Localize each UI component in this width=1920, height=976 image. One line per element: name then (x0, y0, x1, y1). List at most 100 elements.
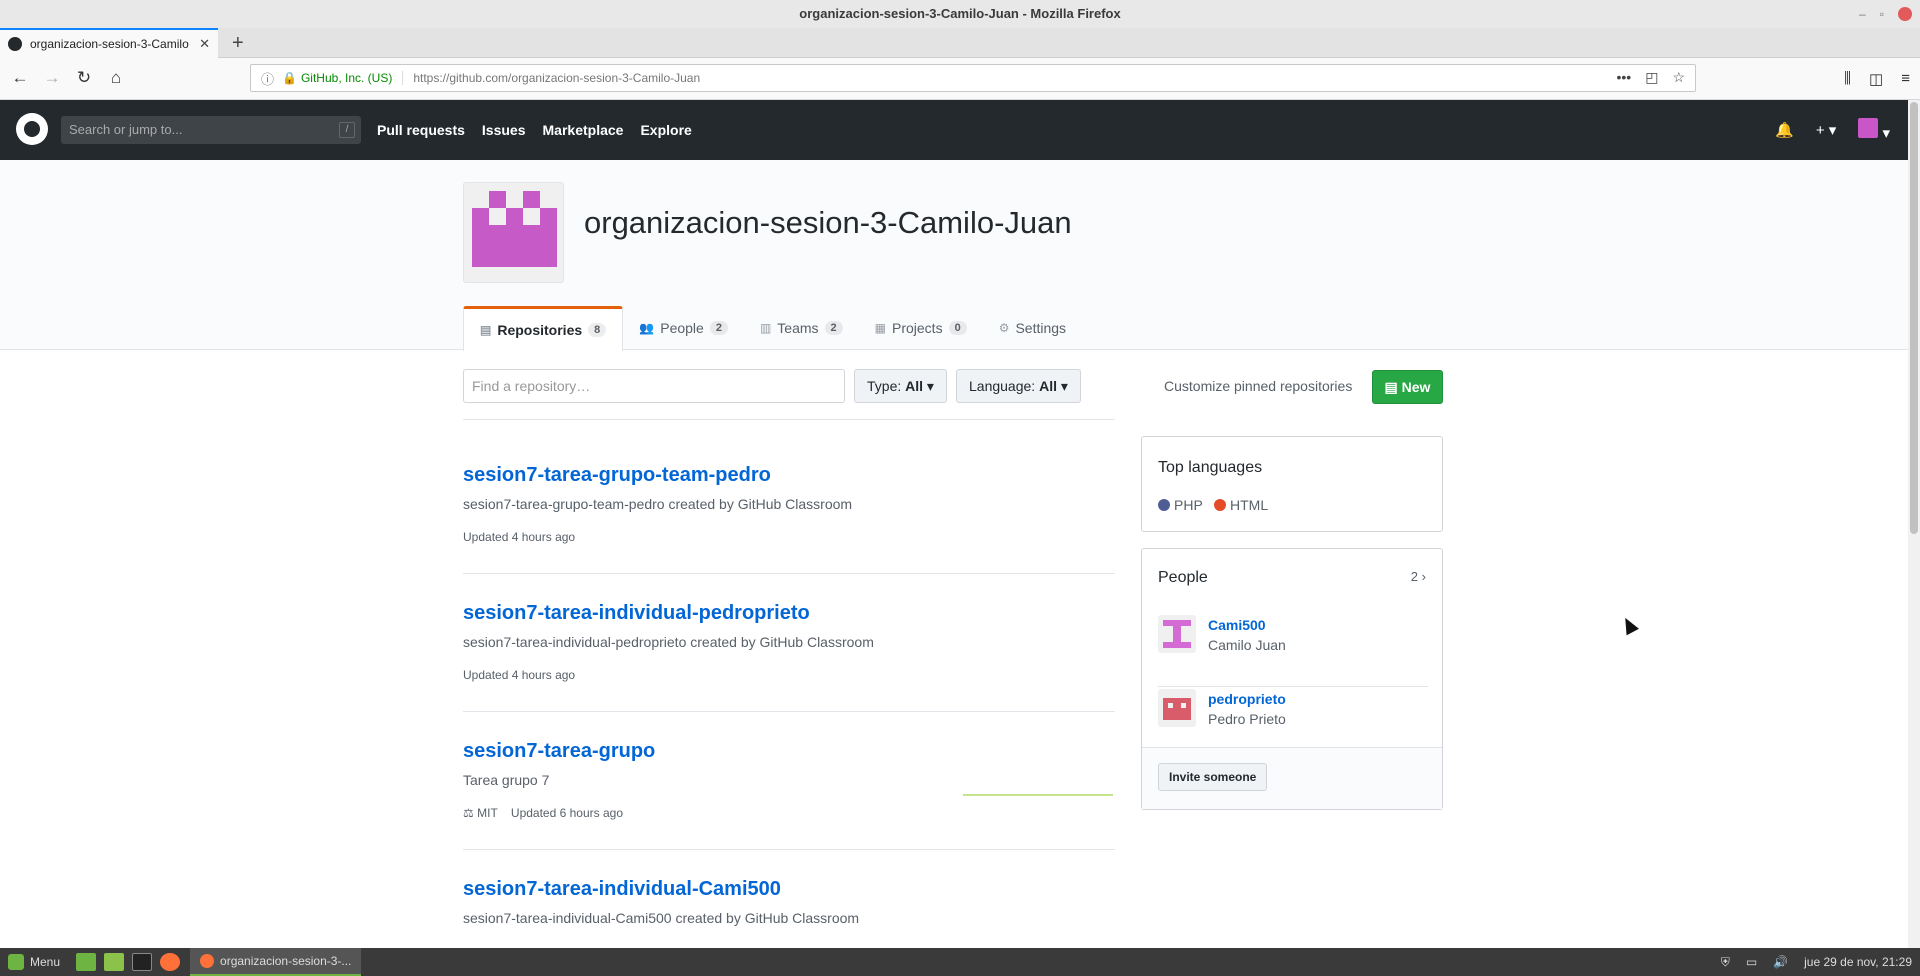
tab-teams[interactable]: ▥ Teams 2 (744, 306, 859, 350)
repo-icon: ▤ (480, 323, 492, 337)
language-item[interactable]: PHP (1158, 497, 1203, 513)
search-input[interactable]: Search or jump to... / (61, 116, 361, 144)
clock[interactable]: jue 29 de nov, 21:29 (1804, 955, 1912, 969)
nav-pull-requests[interactable]: Pull requests (377, 122, 465, 138)
firefox-icon[interactable] (160, 953, 181, 971)
home-icon[interactable]: ⌂ (104, 66, 128, 90)
github-header: Search or jump to... / Pull requests Iss… (0, 100, 1920, 160)
repo-icon: ▤ (1384, 379, 1398, 395)
chevron-right-icon: › (1421, 569, 1426, 584)
member-login[interactable]: pedroprieto (1208, 691, 1286, 707)
top-languages-box: Top languages PHP HTML (1141, 436, 1443, 532)
repo-meta: ⚖ MIT Updated 6 hours ago (463, 806, 623, 820)
people-icon: 👥 (639, 321, 655, 335)
tab-people[interactable]: 👥 People 2 (623, 306, 744, 350)
github-logo-icon[interactable] (16, 113, 48, 145)
window-titlebar: organizacion-sesion-3-Camilo-Juan - Mozi… (0, 0, 1920, 28)
people-box: People 2 › Cami500 Camilo Juan pedroprie… (1141, 548, 1443, 810)
member-login[interactable]: Cami500 (1208, 617, 1266, 633)
customize-pinned-link[interactable]: Customize pinned repositories (1164, 378, 1352, 394)
firefox-icon (200, 954, 215, 968)
repo-name-link[interactable]: sesion7-tarea-grupo (463, 740, 655, 763)
library-icon[interactable]: ⫼ (1844, 70, 1851, 88)
display-icon[interactable]: ▭ (1746, 955, 1757, 969)
projects-count: 0 (948, 321, 967, 335)
repo-description: sesion7-tarea-individual-Cami500 created… (463, 910, 860, 926)
shield-icon[interactable]: ⛨ (1721, 955, 1730, 970)
find-repository-input[interactable]: Find a repository… (463, 369, 845, 403)
license-icon: ⚖ (463, 806, 474, 820)
mouse-cursor-icon (1619, 614, 1639, 636)
invite-someone-button[interactable]: Invite someone (1158, 763, 1268, 791)
nav-issues[interactable]: Issues (482, 122, 526, 138)
sidebar-icon[interactable]: ◫ (1869, 70, 1883, 88)
tab-settings[interactable]: ⚙ Settings (983, 306, 1082, 350)
nav-marketplace[interactable]: Marketplace (543, 122, 624, 138)
repo-name-link[interactable]: sesion7-tarea-individual-Cami500 (463, 878, 781, 901)
reload-icon[interactable]: ↻ (72, 66, 96, 90)
start-menu-button[interactable]: Menu (0, 954, 68, 970)
nav-explore[interactable]: Explore (640, 122, 691, 138)
tab-repositories[interactable]: ▤ Repositories 8 (463, 306, 624, 351)
org-tabs: ▤ Repositories 8 👥 People 2 ▥ Teams 2 ▦ … (463, 306, 1082, 351)
people-count-link[interactable]: 2 › (1411, 569, 1426, 584)
repo-name-link[interactable]: sesion7-tarea-individual-pedroprieto (463, 602, 810, 625)
language-filter-dropdown[interactable]: Language: All ▾ (956, 369, 1081, 403)
os-taskbar: Menu organizacion-sesion-3-... ⛨ ▭ 🔊 jue… (0, 948, 1920, 976)
repo-list-item: sesion7-tarea-grupo Tarea grupo 7 ⚖ MIT … (463, 740, 1115, 850)
files-icon[interactable] (104, 953, 125, 971)
tab-projects[interactable]: ▦ Projects 0 (859, 306, 983, 350)
volume-icon[interactable]: 🔊 (1773, 955, 1788, 969)
gear-icon: ⚙ (998, 321, 1010, 335)
avatar[interactable] (1158, 615, 1196, 653)
close-tab-icon[interactable]: ✕ (199, 36, 210, 52)
show-desktop-icon[interactable] (76, 953, 97, 971)
repo-name-link[interactable]: sesion7-tarea-grupo-team-pedro (463, 464, 771, 487)
avatar[interactable] (1158, 689, 1196, 727)
divider (463, 419, 1115, 420)
org-header: organizacion-sesion-3-Camilo-Juan ▤ Repo… (0, 160, 1920, 351)
site-identity[interactable]: GitHub, Inc. (US) (301, 71, 404, 85)
user-menu[interactable]: ▾ (1858, 118, 1890, 142)
teams-count: 2 (824, 321, 843, 335)
create-new-plus-icon[interactable]: + ▾ (1816, 121, 1836, 139)
maximize-icon[interactable]: ▫ (1880, 0, 1884, 28)
repo-updated: Updated 6 hours ago (510, 806, 623, 820)
repo-updated: Updated 4 hours ago (463, 668, 576, 682)
member-name: Camilo Juan (1208, 637, 1286, 653)
hamburger-menu-icon[interactable]: ≡ (1901, 70, 1910, 88)
new-repository-button[interactable]: ▤ New (1372, 370, 1443, 404)
info-icon[interactable]: ⓘ (261, 69, 274, 88)
scrollbar-thumb[interactable] (1910, 102, 1918, 534)
repo-description: sesion7-tarea-individual-pedroprieto cre… (463, 634, 874, 650)
taskbar-window-button[interactable]: organizacion-sesion-3-... (190, 948, 362, 976)
member-item: Cami500 Camilo Juan (1158, 615, 1428, 687)
repo-count: 8 (588, 323, 607, 337)
language-item[interactable]: HTML (1214, 497, 1268, 513)
minimize-icon[interactable]: – (1859, 0, 1866, 28)
search-shortcut-hint: / (339, 122, 355, 138)
people-count: 2 (709, 321, 728, 335)
people-box-footer: Invite someone (1142, 747, 1442, 809)
pocket-icon[interactable]: ◰ (1645, 69, 1658, 86)
back-icon[interactable]: ← (8, 66, 32, 90)
new-tab-icon[interactable]: + (232, 31, 244, 55)
type-filter-dropdown[interactable]: Type: All ▾ (854, 369, 947, 403)
project-icon: ▦ (874, 321, 886, 335)
search-placeholder: Search or jump to... (69, 122, 183, 137)
repo-updated: Updated 4 hours ago (463, 530, 576, 544)
people-title[interactable]: People (1158, 569, 1208, 587)
page-actions-icon[interactable]: ••• (1616, 69, 1631, 86)
avatar (1858, 118, 1879, 138)
url-text: https://github.com/organizacion-sesion-3… (413, 71, 701, 85)
notifications-bell-icon[interactable]: 🔔 (1775, 121, 1794, 139)
bookmark-star-icon[interactable]: ☆ (1672, 69, 1685, 86)
terminal-icon[interactable] (132, 953, 153, 971)
browser-tab[interactable]: organizacion-sesion-3-Camilo ✕ (0, 28, 218, 58)
language-color-dot (1158, 499, 1170, 511)
github-favicon-icon (8, 37, 22, 51)
close-icon[interactable] (1898, 7, 1912, 21)
url-bar[interactable]: ⓘ 🔒 GitHub, Inc. (US) https://github.com… (250, 64, 1696, 92)
window-controls: – ▫ (1859, 0, 1912, 28)
forward-icon[interactable]: → (40, 66, 64, 90)
